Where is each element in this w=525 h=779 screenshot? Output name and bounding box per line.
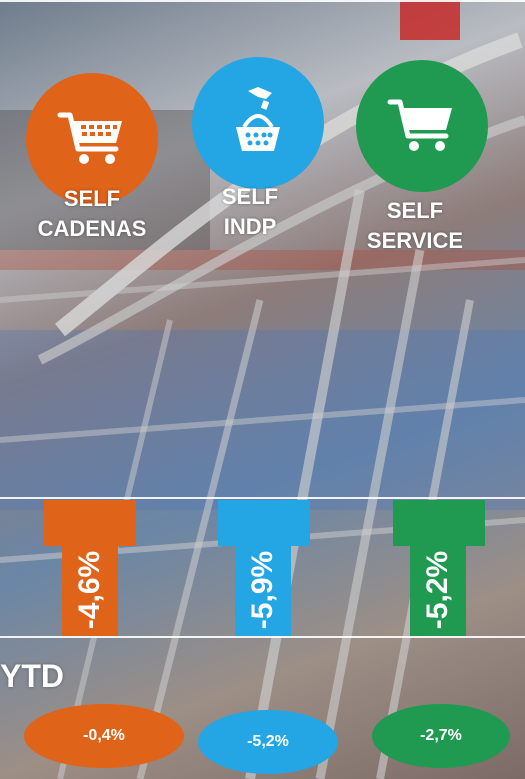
self-indp-ytd-change: -5,2% [198, 710, 338, 774]
infographic-panel: SELF CADENAS SELF INDP SELF SERVICE -4,6… [0, 0, 525, 779]
ytd-label: YTD [0, 658, 64, 694]
self-service-ytd-change: -2,7% [372, 704, 510, 768]
self-cadenas-monthly-change: -4,6% [73, 550, 106, 630]
self-service-label-line1: SELF [386, 198, 444, 223]
self-service-icon-badge [356, 60, 488, 192]
basket-hand-icon [236, 87, 280, 151]
shopping-cart-icon [57, 112, 122, 164]
self-indp-label-line1: SELF [221, 184, 279, 209]
self-service-monthly-change: -5,2% [421, 550, 454, 630]
self-indp-label-line2: INDP [223, 214, 277, 239]
self-indp-icon-badge [192, 57, 324, 189]
self-indp-label: SELF INDP [190, 182, 310, 242]
self-cadenas-label-line1: SELF [63, 186, 121, 211]
self-service-label-line2: SERVICE [366, 228, 464, 253]
divider-upper [0, 497, 525, 499]
top-border [0, 0, 525, 2]
self-cadenas-label: SELF CADENAS [22, 184, 162, 244]
self-cadenas-ytd-change: -0,4% [24, 704, 184, 768]
self-service-label: SELF SERVICE [350, 196, 480, 256]
cart-icon [387, 99, 452, 151]
self-indp-monthly-change: -5,9% [246, 550, 279, 630]
self-cadenas-label-line2: CADENAS [37, 216, 147, 241]
